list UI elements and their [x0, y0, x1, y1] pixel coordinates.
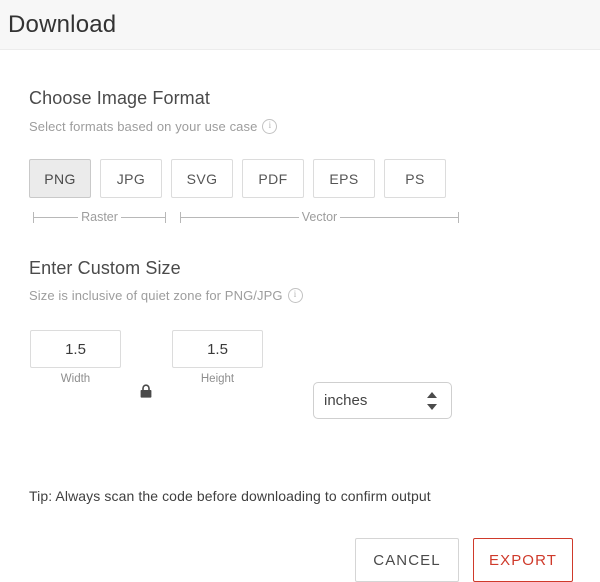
format-option-pdf[interactable]: PDF — [242, 159, 304, 198]
height-input[interactable] — [172, 330, 263, 368]
dialog-body: Choose Image Format Select formats based… — [0, 51, 600, 582]
size-subtitle-text: Size is inclusive of quiet zone for PNG/… — [29, 288, 283, 303]
width-field-group: Width — [30, 330, 121, 385]
format-option-jpg[interactable]: JPG — [100, 159, 162, 198]
dialog-header: Download — [0, 0, 600, 50]
lock-closed-icon[interactable] — [139, 384, 153, 399]
size-section-title: Enter Custom Size — [29, 258, 181, 278]
height-field-group: Height — [172, 330, 263, 385]
height-label: Height — [200, 373, 235, 385]
format-section-subtitle: Select formats based on your use case — [29, 119, 278, 134]
arrow-down-icon — [427, 403, 437, 410]
format-subtitle-text: Select formats based on your use case — [29, 119, 258, 134]
raster-group-label: Raster — [81, 210, 118, 224]
size-section-subtitle: Size is inclusive of quiet zone for PNG/… — [29, 288, 303, 303]
info-circle-icon[interactable] — [262, 119, 278, 134]
bracket-cap-right — [458, 211, 459, 223]
format-option-ps[interactable]: PS — [384, 159, 446, 198]
width-input[interactable] — [30, 330, 121, 368]
format-section-title: Choose Image Format — [29, 88, 210, 108]
unit-select-value: inches — [324, 392, 368, 409]
vector-group-bracket: Vector — [180, 209, 459, 225]
arrow-up-icon — [427, 391, 437, 398]
format-option-png[interactable]: PNG — [29, 159, 91, 198]
raster-group-bracket: Raster — [33, 209, 167, 225]
page-title: Download — [8, 11, 117, 38]
vector-group-label: Vector — [301, 210, 338, 224]
tip-text: Tip: Always scan the code before downloa… — [29, 488, 431, 504]
bracket-line-right — [340, 216, 458, 218]
format-option-svg[interactable]: SVG — [171, 159, 233, 198]
export-button[interactable]: EXPORT — [473, 538, 573, 582]
info-circle-icon[interactable] — [287, 288, 303, 303]
format-option-eps[interactable]: EPS — [313, 159, 375, 198]
cancel-button[interactable]: CANCEL — [355, 538, 459, 582]
width-label: Width — [60, 373, 91, 385]
stepper-arrows-icon — [427, 391, 437, 410]
image-format-options: PNG JPG SVG PDF EPS PS — [29, 159, 446, 198]
bracket-cap-right — [165, 211, 167, 223]
bracket-line-left — [34, 216, 79, 218]
bracket-line-left — [181, 216, 299, 218]
unit-select[interactable]: inches — [313, 382, 452, 419]
bracket-line-right — [120, 216, 166, 218]
